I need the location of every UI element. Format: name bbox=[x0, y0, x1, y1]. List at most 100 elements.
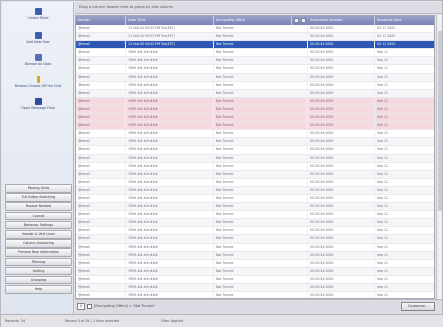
table-row[interactable]: @email 1999 ##:##:### Not Turned 00:20:44.5… bbox=[76, 251, 434, 260]
nav-filtering[interactable]: Filtering bbox=[5, 257, 72, 267]
task-message-flow[interactable]: Open Message Flow bbox=[2, 98, 74, 110]
table-row[interactable]: @email 1999 ##:##:### Not Turned 00:20:44.5… bbox=[76, 89, 434, 98]
table-cell: Not Turned bbox=[214, 178, 308, 186]
table-cell: Sep 11 bbox=[375, 292, 434, 298]
table-cell: Not Turned bbox=[214, 186, 308, 194]
table-cell: 00:20:44.5000 bbox=[308, 122, 375, 130]
table-row[interactable]: @email 1999 ##:##:### Not Turned 00:20:44.5… bbox=[76, 170, 434, 179]
filter-expression: [Encrypting Office] = 'Not Turned' bbox=[94, 304, 155, 308]
nav-full-editor-switching[interactable]: Full Editor Switching bbox=[5, 193, 72, 202]
table-row[interactable]: @email 1999 ##:##:### Not Turned 00:20:44.5… bbox=[76, 194, 434, 204]
column-header-sender[interactable]: Sender bbox=[76, 16, 126, 25]
table-row[interactable]: @email 1999 ##:##:### Not Turned 00:20:44.5… bbox=[76, 162, 434, 171]
task-create-table[interactable]: Create Table bbox=[2, 8, 74, 20]
scroll-thumb[interactable] bbox=[438, 31, 442, 211]
table-row[interactable]: @email 1999 ##:##:### Not Turned 00:20:44.5… bbox=[76, 203, 434, 212]
nav-preview-row[interactable]: Preview Row Information bbox=[5, 248, 72, 257]
table-cell: 00:20:44.5000 bbox=[308, 138, 375, 146]
table-cell: Not Turned bbox=[214, 154, 308, 162]
table-row[interactable]: @email 1999 ##:##:### Not Turned 00:20:44.5… bbox=[76, 65, 434, 74]
table-row[interactable]: @email 1999 ##:##:### Not Turned 00:20:44.5… bbox=[76, 114, 434, 123]
table-cell: 1999 ##:##:### bbox=[126, 105, 214, 113]
table-cell: @email bbox=[76, 65, 126, 73]
table-row[interactable]: @email 1999 ##:##:### Not Turned 00:20:44.5… bbox=[76, 219, 434, 228]
status-mode: Filter Applied bbox=[161, 319, 184, 323]
table-cell: 00:20:44.5000 bbox=[308, 33, 375, 41]
task-browse-unread[interactable]: Browse Unread Off the Grid bbox=[2, 76, 74, 88]
table-row[interactable]: @email 1999 ##:##:### Not Turned 00:20:44.5… bbox=[76, 154, 434, 163]
nav-column-autosizing[interactable]: Column Autosizing bbox=[5, 239, 72, 248]
table-row[interactable]: @email 1999 ##:##:### Not Turned 00:20:44.5… bbox=[76, 49, 434, 58]
table-cell: 1999 ##:##:### bbox=[126, 73, 214, 81]
table-cell: 1999 ##:##:### bbox=[126, 170, 214, 178]
nav-layout[interactable]: Layout bbox=[5, 211, 72, 221]
table-row[interactable]: @email 1999 ##:##:### Not Turned 00:20:44.5… bbox=[76, 130, 434, 139]
table-cell: 00:20:44.5000 bbox=[308, 186, 375, 194]
table-cell: 00:20:44.5000 bbox=[308, 178, 375, 186]
customize-button[interactable]: Customize... bbox=[401, 302, 435, 311]
nav-grouping[interactable]: Grouping bbox=[5, 275, 72, 285]
table-cell: @email bbox=[76, 243, 126, 251]
table-cell: 00:20:44.5000 bbox=[308, 162, 375, 170]
table-row[interactable]: @email 11-Feb-00 09:02 PM Tue(EST) Not Tur… bbox=[76, 25, 434, 34]
table-row[interactable]: @email 1999 ##:##:### Not Turned 00:20:44.5… bbox=[76, 243, 434, 252]
table-row[interactable]: @email 11-Feb-00 09:02 PM Tue(EST) Not Tur… bbox=[76, 33, 434, 42]
table-cell: 1999 ##:##:### bbox=[126, 97, 214, 105]
table-cell: Not Turned bbox=[214, 41, 308, 49]
sort-icon[interactable] bbox=[301, 17, 306, 23]
nav-behavior-settings[interactable]: Behavior Settings bbox=[5, 220, 72, 230]
status-info: Record 3 of 34 | 1 item selected bbox=[65, 319, 120, 323]
nav-sorting[interactable]: Sorting bbox=[5, 266, 72, 276]
table-row[interactable]: @email 1999 ##:##:### Not Turned 00:20:44.5… bbox=[76, 178, 434, 187]
column-header-date-time[interactable]: Date Time bbox=[126, 16, 214, 25]
table-row[interactable]: @email 11-Feb-00 09:02 PM Tue(EST) Not Tur… bbox=[76, 41, 434, 50]
table-cell: Not Turned bbox=[214, 243, 308, 251]
nav-help[interactable]: Help bbox=[5, 285, 72, 294]
table-cell: 00:20:44.5000 bbox=[308, 267, 375, 275]
table-row[interactable]: @email 1999 ##:##:### Not Turned 00:20:44.5… bbox=[76, 275, 434, 284]
table-row[interactable]: @email 1999 ##:##:### Not Turned 00:20:44.5… bbox=[76, 57, 434, 66]
task-label: Create Table bbox=[27, 16, 49, 20]
table-row[interactable]: @email 1999 ##:##:### Not Turned 00:20:44.5… bbox=[76, 235, 434, 244]
table-cell: @email bbox=[76, 267, 126, 275]
nav-header-vert-lines[interactable]: Header & Vert Lines bbox=[5, 229, 72, 239]
table-row[interactable]: @email 1999 ##:##:### Not Turned 00:20:44.5… bbox=[76, 259, 434, 268]
table-row[interactable]: @email 1999 ##:##:### Not Turned 00:20:44.5… bbox=[76, 146, 434, 155]
table-cell: @email bbox=[76, 219, 126, 227]
task-add-row[interactable]: Add New Row bbox=[2, 32, 74, 44]
table-row[interactable]: @email 1999 ##:##:### Not Turned 00:20:44.5… bbox=[76, 97, 434, 106]
table-row[interactable]: @email 1999 ##:##:### Not Turned 00:20:44.5… bbox=[76, 292, 434, 298]
clear-filter-button[interactable]: X bbox=[77, 303, 85, 310]
table-cell: 00:20:44.5000 bbox=[308, 227, 375, 235]
filter-toggle-checkbox[interactable] bbox=[87, 304, 92, 309]
task-browse-data[interactable]: Browse All Data bbox=[2, 54, 74, 66]
table-cell: 1999 ##:##:### bbox=[126, 122, 214, 130]
table-row[interactable]: @email 1999 ##:##:### Not Turned 00:20:44.5… bbox=[76, 81, 434, 90]
table-row[interactable]: @email 1999 ##:##:### Not Turned 00:20:44.5… bbox=[76, 284, 434, 293]
table-row[interactable]: @email 1999 ##:##:### Not Turned 00:20:44.5… bbox=[76, 267, 434, 276]
table-cell: @email bbox=[76, 146, 126, 154]
table-cell: 00:20:44.5000 bbox=[308, 25, 375, 32]
sort-icon[interactable] bbox=[294, 17, 299, 23]
table-cell: Not Turned bbox=[214, 211, 308, 219]
table-row[interactable]: @email 1999 ##:##:### Not Turned 00:20:44.5… bbox=[76, 186, 434, 195]
table-row[interactable]: @email 1999 ##:##:### Not Turned 00:20:44.5… bbox=[76, 138, 434, 147]
table-cell: @email bbox=[76, 122, 126, 130]
table-cell: 00:20:44.5000 bbox=[308, 194, 375, 202]
table-cell: @email bbox=[76, 114, 126, 122]
nav-browse-related[interactable]: Browse Related bbox=[5, 202, 72, 211]
table-row[interactable]: @email 1999 ##:##:### Not Turned 00:20:44.5… bbox=[76, 73, 434, 82]
nav-moving-grids[interactable]: Moving Grids bbox=[5, 184, 72, 193]
table-row[interactable]: @email 1999 ##:##:### Not Turned 00:20:44.5… bbox=[76, 211, 434, 220]
table-cell: 1999 ##:##:### bbox=[126, 211, 214, 219]
column-header-encrypting-office[interactable]: Encrypting Office bbox=[214, 16, 292, 25]
column-header-subscriber-number[interactable]: Subscriber Number bbox=[308, 16, 375, 25]
table-row[interactable]: @email 1999 ##:##:### Not Turned 00:20:44.5… bbox=[76, 227, 434, 236]
group-by-panel[interactable]: Drag a column header here to group by th… bbox=[75, 2, 442, 14]
column-header-received-date[interactable]: Received Date bbox=[375, 16, 434, 25]
vertical-scrollbar[interactable] bbox=[436, 15, 442, 299]
table-row[interactable]: @email 1999 ##:##:### Not Turned 00:20:44.5… bbox=[76, 105, 434, 115]
table-cell: Not Turned bbox=[214, 89, 308, 97]
table-row[interactable]: @email 1999 ##:##:### Not Turned 00:20:44.5… bbox=[76, 122, 434, 131]
table-cell: Sep 11 bbox=[375, 106, 434, 113]
